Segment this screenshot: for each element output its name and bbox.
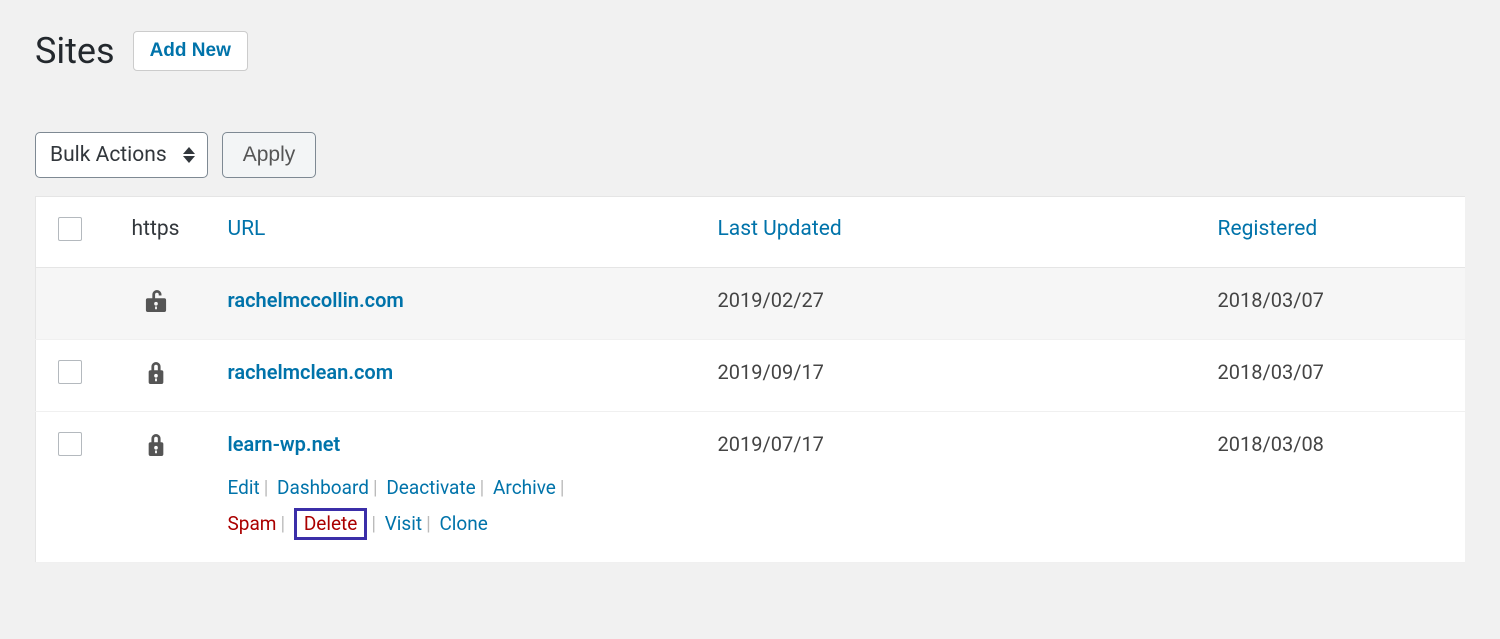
action-dashboard[interactable]: Dashboard xyxy=(277,476,369,499)
registered-value: 2018/03/08 xyxy=(1206,412,1466,563)
col-registered[interactable]: Registered xyxy=(1206,197,1466,268)
col-https: https xyxy=(96,197,216,268)
page-title: Sites xyxy=(35,30,115,72)
row-checkbox[interactable] xyxy=(58,360,82,384)
bulk-actions-select[interactable]: Bulk Actions xyxy=(35,132,208,178)
select-arrows-icon xyxy=(183,147,195,163)
sites-table: https URL Last Updated Registered rachel… xyxy=(35,196,1465,563)
lock-icon xyxy=(145,432,167,458)
last-updated-value: 2019/09/17 xyxy=(706,340,1206,412)
action-visit[interactable]: Visit xyxy=(385,512,422,535)
action-archive[interactable]: Archive xyxy=(493,476,556,499)
lock-icon xyxy=(145,360,167,386)
registered-value: 2018/03/07 xyxy=(1206,340,1466,412)
apply-button[interactable]: Apply xyxy=(222,132,317,178)
table-row: rachelmccollin.com 2019/02/27 2018/03/07 xyxy=(36,268,1466,340)
col-last-updated[interactable]: Last Updated xyxy=(706,197,1206,268)
site-url-link[interactable]: learn-wp.net xyxy=(228,432,341,456)
action-edit[interactable]: Edit xyxy=(228,476,260,499)
action-deactivate[interactable]: Deactivate xyxy=(386,476,475,499)
last-updated-value: 2019/07/17 xyxy=(706,412,1206,563)
row-actions: Edit| Dashboard| Deactivate| Archive| Sp… xyxy=(228,470,694,542)
bulk-actions-label: Bulk Actions xyxy=(50,143,167,167)
unlock-icon xyxy=(145,288,167,314)
last-updated-value: 2019/02/27 xyxy=(706,268,1206,340)
site-url-link[interactable]: rachelmclean.com xyxy=(228,360,394,384)
row-checkbox[interactable] xyxy=(58,432,82,456)
action-spam[interactable]: Spam xyxy=(228,512,277,535)
action-clone[interactable]: Clone xyxy=(439,512,487,535)
site-url-link[interactable]: rachelmccollin.com xyxy=(228,288,404,312)
table-row: learn-wp.net Edit| Dashboard| Deactivate… xyxy=(36,412,1466,563)
table-row: rachelmclean.com 2019/09/17 2018/03/07 xyxy=(36,340,1466,412)
select-all-checkbox[interactable] xyxy=(58,217,82,241)
registered-value: 2018/03/07 xyxy=(1206,268,1466,340)
add-new-button[interactable]: Add New xyxy=(133,31,248,71)
col-url[interactable]: URL xyxy=(216,197,706,268)
action-delete[interactable]: Delete xyxy=(294,508,368,540)
